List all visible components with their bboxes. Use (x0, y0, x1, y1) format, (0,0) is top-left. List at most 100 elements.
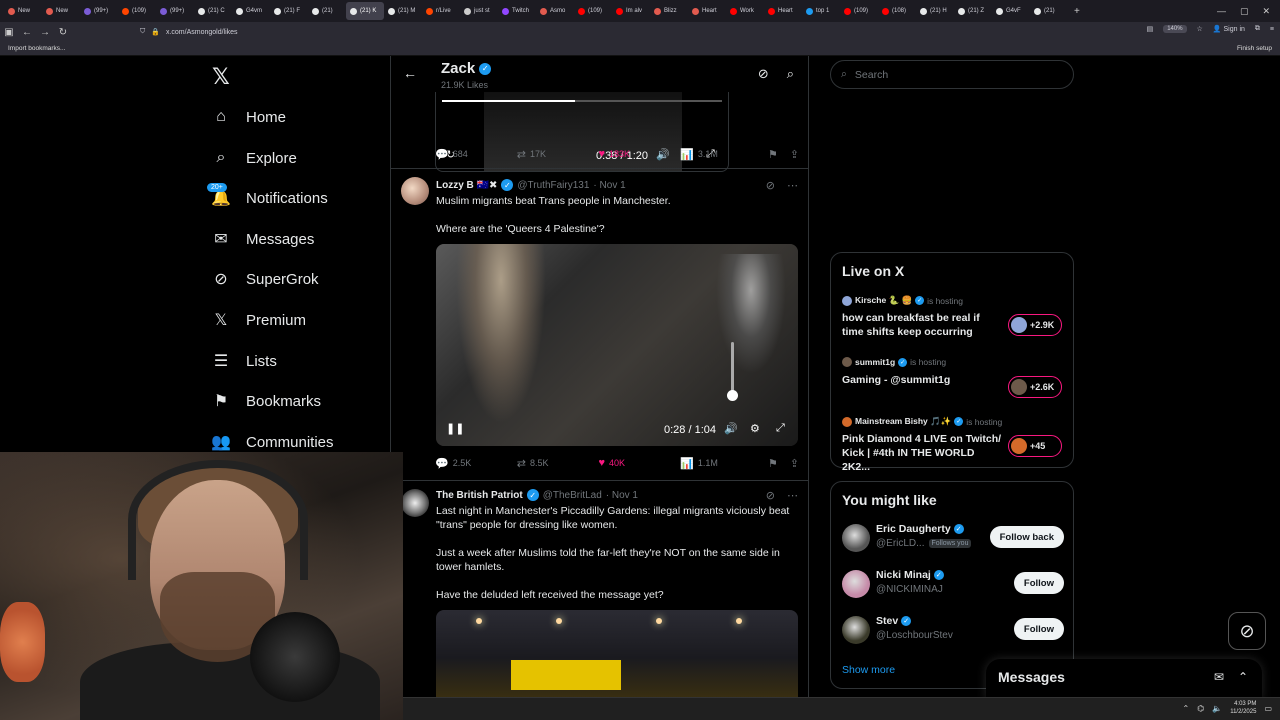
live-host-line[interactable]: Mainstream Bishy 🎵✨ ✓ is hosting (842, 416, 1002, 427)
live-listener-pill[interactable]: +45 (1008, 435, 1062, 457)
avatar[interactable] (842, 524, 870, 552)
nav-item-home[interactable]: ⌂ Home (212, 102, 286, 132)
browser-tab[interactable]: Im alv (612, 2, 650, 20)
live-stream-title[interactable]: how can breakfast be real if time shifts… (842, 311, 1002, 339)
network-icon[interactable]: ⌬ (1197, 704, 1204, 713)
settings-icon[interactable]: ⚙ (750, 422, 760, 435)
avatar[interactable] (842, 570, 870, 598)
views-button[interactable]: 📊 1.1M (680, 457, 768, 470)
share-button[interactable]: ⇪ (790, 457, 799, 470)
avatar[interactable] (401, 177, 429, 205)
volume-knob[interactable] (727, 390, 738, 401)
menu-icon[interactable]: ≡ (1270, 26, 1274, 33)
nav-item-bookmarks[interactable]: ⚑ Bookmarks (212, 386, 321, 416)
browser-tab[interactable]: top 1 (802, 2, 840, 20)
live-host-line[interactable]: Kirsche 🐍 🍔 ✓ is hosting (842, 295, 963, 306)
video-progress-bar[interactable] (442, 100, 722, 102)
tweet-british-patriot[interactable]: The British Patriot ✓ @TheBritLad · Nov … (391, 481, 808, 720)
finish-setup-link[interactable]: Finish setup (1237, 45, 1272, 52)
notification-center-icon[interactable]: ▭ (1264, 704, 1272, 713)
extensions-icon[interactable]: ⧉ (1255, 25, 1260, 33)
browser-tab[interactable]: Heart (764, 2, 802, 20)
new-message-icon[interactable]: ✉ (1214, 670, 1224, 684)
browser-tab[interactable]: (109) (574, 2, 612, 20)
browser-tab[interactable]: New (4, 2, 42, 20)
live-listener-pill[interactable]: +2.9K (1008, 314, 1062, 336)
like-button[interactable]: ♥ 183K (598, 148, 680, 160)
reply-button[interactable]: 💬 684 (435, 148, 517, 161)
expand-icon[interactable]: ⌃ (1238, 670, 1248, 684)
video-player-2[interactable]: ❚❚ 0:28 / 1:04 🔊 ⚙ ⤢ (436, 244, 798, 446)
minimize-icon[interactable]: — (1217, 6, 1226, 16)
suggestion-name[interactable]: Stev ✓ (876, 615, 912, 627)
browser-tab[interactable]: r/Live (422, 2, 460, 20)
grok-explain-icon[interactable]: ⊘ (766, 489, 775, 502)
tweet-date[interactable]: · Nov 1 (606, 490, 638, 501)
browser-tab[interactable]: (108) (878, 2, 916, 20)
messages-drawer[interactable]: Messages ✉ ⌃ (986, 659, 1262, 699)
nav-item-lists[interactable]: ☰ Lists (212, 346, 277, 376)
grok-explain-icon[interactable]: ⊘ (766, 179, 775, 192)
follow-button[interactable]: Follow (1013, 572, 1064, 594)
volume-icon[interactable]: 🔊 (724, 422, 738, 435)
zoom-level[interactable]: 140% (1163, 25, 1187, 33)
author-name[interactable]: Lozzy B 🇦🇺✖ (436, 180, 497, 191)
browser-tab[interactable]: (109) (118, 2, 156, 20)
more-options-icon[interactable]: ⋯ (787, 489, 798, 502)
reload-icon[interactable]: ↻ (54, 27, 72, 38)
share-button[interactable]: ⇪ (790, 148, 799, 161)
repost-button[interactable]: ⇄ 8.5K (517, 457, 599, 470)
maximize-icon[interactable]: ▢ (1240, 6, 1249, 17)
browser-tab[interactable]: G4vm (232, 2, 270, 20)
avatar[interactable] (401, 489, 429, 517)
back-nav-icon[interactable]: ← (18, 27, 36, 38)
live-host-line[interactable]: summit1g ✓ is hosting (842, 357, 946, 367)
browser-tab[interactable]: (21) F (270, 2, 308, 20)
suggestion-name[interactable]: Eric Daugherty ✓ (876, 523, 964, 535)
browser-tab[interactable]: (21) H (916, 2, 954, 20)
search-input[interactable]: ⌕ Search (830, 60, 1074, 89)
browser-tab[interactable]: (21) (1030, 2, 1068, 20)
browser-tab[interactable]: Twitch (498, 2, 536, 20)
close-icon[interactable]: ✕ (1262, 6, 1270, 17)
account-button[interactable]: 👤 Sign in (1213, 25, 1245, 33)
back-arrow-icon[interactable]: ← (403, 65, 417, 81)
reply-button[interactable]: 💬 2.5K (435, 457, 517, 470)
nav-item-supergrok[interactable]: ⊘ SuperGrok (212, 264, 318, 294)
tweet-lozzy[interactable]: Lozzy B 🇦🇺✖ ✓ @TruthFairy131 · Nov 1 ⊘ ⋯… (391, 169, 808, 479)
search-icon[interactable]: ⌕ (787, 66, 794, 82)
follow-button[interactable]: Follow (1013, 618, 1064, 640)
follow-button[interactable]: Follow back (989, 526, 1064, 548)
suggestion-0[interactable]: Eric Daugherty ✓ @EricLD... Follows you Foll… (842, 520, 1064, 560)
nav-item-messages[interactable]: ✉ Messages (212, 224, 314, 254)
x-logo-icon[interactable]: 𝕏 (212, 64, 230, 90)
show-more-link[interactable]: Show more (842, 664, 895, 676)
live-stream-title[interactable]: Gaming - @summit1g (842, 373, 1002, 387)
speaker-icon[interactable]: 🔈 (1212, 704, 1222, 713)
bookmark-button[interactable]: ⚑ (768, 457, 790, 470)
nav-item-premium[interactable]: 𝕏 Premium (212, 305, 306, 335)
browser-tab[interactable]: Asmo (536, 2, 574, 20)
live-listener-pill[interactable]: +2.6K (1008, 376, 1062, 398)
reader-view-icon[interactable]: ▤ (1147, 25, 1154, 33)
volume-slider[interactable] (727, 342, 738, 401)
browser-tab[interactable]: (21) M (384, 2, 422, 20)
browser-tab[interactable]: (21) C (194, 2, 232, 20)
browser-tab[interactable]: New (42, 2, 80, 20)
nav-item-explore[interactable]: ⌕ Explore (212, 143, 297, 173)
repost-button[interactable]: ⇄ 17K (517, 148, 599, 161)
fullscreen-icon[interactable]: ⤢ (776, 422, 785, 435)
browser-tab[interactable]: (21) (308, 2, 346, 20)
grok-icon[interactable]: ⊘ (758, 66, 769, 82)
tweet-date[interactable]: · Nov 1 (593, 180, 625, 191)
author-name[interactable]: The British Patriot (436, 490, 523, 501)
avatar[interactable] (842, 616, 870, 644)
nav-item-notifications[interactable]: 🔔 20+ Notifications (207, 183, 328, 213)
clock[interactable]: 4:03 PM 11/2/2025 (1230, 700, 1256, 716)
browser-tab[interactable]: Blizz (650, 2, 688, 20)
pause-icon[interactable]: ❚❚ (446, 422, 464, 435)
browser-tab[interactable]: just st (460, 2, 498, 20)
suggestion-1[interactable]: Nicki Minaj ✓ @NICKIMINAJ Follow (842, 566, 1064, 606)
import-bookmarks-link[interactable]: Import bookmarks... (8, 45, 65, 52)
browser-tab[interactable]: (21) Z (954, 2, 992, 20)
